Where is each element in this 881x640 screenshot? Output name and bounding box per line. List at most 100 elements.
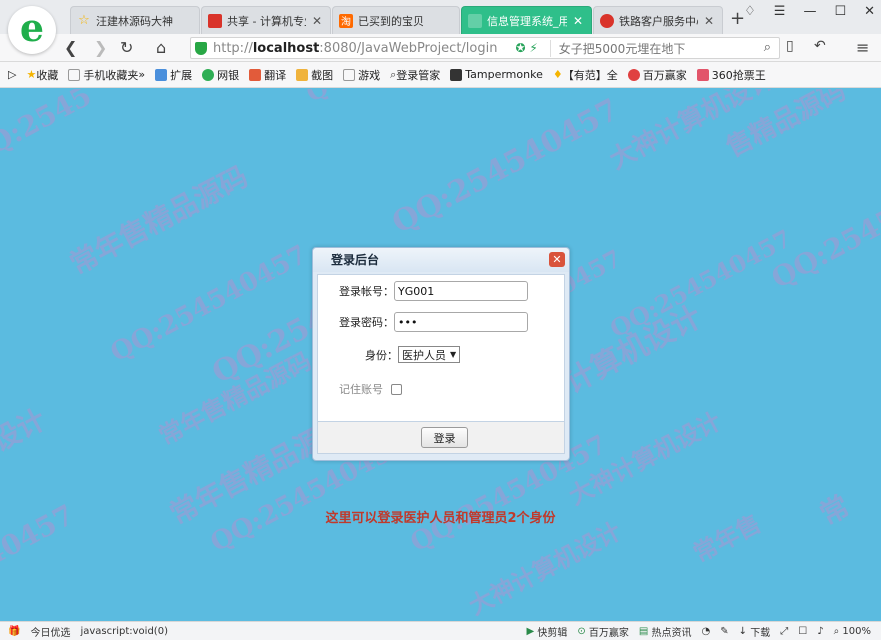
tab-label: 铁路客户服务中心 xyxy=(619,14,698,28)
watermark-text: 设计 xyxy=(0,402,52,459)
remember-row: 记住账号 xyxy=(339,381,402,397)
back-icon[interactable]: ❮ xyxy=(64,38,77,57)
url-scheme: http:// xyxy=(213,40,253,56)
bookmarks-bar: ▷ ★ 收藏 手机收藏夹 » 扩展 网银 翻译 截图 游戏 ⌕ 登录管家 Tampe… xyxy=(0,62,881,88)
bookmark-item[interactable]: Tampermonke xyxy=(450,68,543,81)
url-host: localhost xyxy=(252,40,320,56)
url-text[interactable]: http://localhost:8080/JavaWebProject/log… xyxy=(213,41,497,56)
password-input[interactable]: ••• xyxy=(394,312,528,332)
tab-label: 已买到的宝贝 xyxy=(358,14,424,28)
watermark-text: QQ:254540457 xyxy=(604,223,797,344)
watermark-text: 大神计算机设计 xyxy=(563,406,726,511)
speed-icon[interactable]: ◔ xyxy=(702,626,711,637)
login-footer: 登录 xyxy=(317,422,565,454)
tab-4[interactable]: 铁路客户服务中心 ✕ xyxy=(593,6,723,34)
bookmark-item[interactable]: 百万赢家 xyxy=(627,67,687,83)
menu-icon[interactable]: ☰ xyxy=(774,4,786,19)
bookmark-item[interactable]: 截图 xyxy=(296,67,333,83)
ticket-icon xyxy=(696,68,709,81)
close-tab-icon[interactable]: ✕ xyxy=(702,14,716,28)
screenshot-icon xyxy=(296,68,309,81)
close-tab-icon[interactable]: ✕ xyxy=(571,14,585,28)
bookmark-item[interactable]: 游戏 xyxy=(343,67,380,83)
tab-bar: e ☆ 汪建林源码大神 共享 - 计算机专业 ✕ 淘 已买到的宝贝 信息管理系统… xyxy=(0,0,881,54)
forward-icon[interactable]: ❯ xyxy=(94,38,107,57)
close-icon[interactable]: ✕ xyxy=(549,252,565,267)
status-item-clip[interactable]: ▶ 快剪辑 xyxy=(526,624,567,639)
bookmark-item[interactable]: 网银 xyxy=(202,67,239,83)
identity-selected: 医护人员 xyxy=(402,348,446,362)
account-input[interactable]: YG001 xyxy=(394,281,528,301)
account-row: 登录帐号： YG001 xyxy=(339,281,528,301)
address-bar[interactable]: http://localhost:8080/JavaWebProject/log… xyxy=(190,37,780,59)
status-item-download[interactable]: ↓ 下载 xyxy=(739,624,771,639)
bookmark-item[interactable]: ⌕ 登录管家 xyxy=(390,67,440,83)
tab-label: 共享 - 计算机专业 xyxy=(227,14,306,28)
hint-text: 这里可以登录医护人员和管理员2个身份 xyxy=(325,511,556,526)
page-icon xyxy=(468,13,482,28)
bookmark-item[interactable]: 手机收藏夹 » xyxy=(68,67,145,83)
bookmark-item[interactable]: 扩展 xyxy=(155,67,192,83)
maximize-icon[interactable]: ☐ xyxy=(834,4,846,19)
home-icon[interactable]: ⌂ xyxy=(156,38,166,57)
download-icon: ↓ xyxy=(738,625,748,637)
tab-0[interactable]: ☆ 汪建林源码大神 xyxy=(70,6,200,34)
volume-icon[interactable]: ♪ xyxy=(817,626,823,637)
tampermonkey-icon xyxy=(450,68,463,81)
today-picks[interactable]: 今日优选 xyxy=(30,624,70,639)
window-controls: ♢ ☰ — ☐ ✕ xyxy=(744,4,875,19)
bookmark-item[interactable]: ★ 收藏 xyxy=(26,67,58,83)
taobao-icon: 淘 xyxy=(339,13,353,28)
bookmark-item[interactable]: 360抢票王 xyxy=(696,67,766,83)
star-icon: ★ xyxy=(26,68,37,81)
new-tab-button[interactable]: + xyxy=(730,8,745,29)
login-button[interactable]: 登录 xyxy=(421,427,468,448)
status-item-winner[interactable]: ⊙ 百万赢家 xyxy=(577,624,629,639)
identity-select[interactable]: 医护人员 ▼ xyxy=(398,346,461,363)
remember-checkbox[interactable] xyxy=(391,383,402,395)
tab-3-active[interactable]: 信息管理系统_用 ✕ xyxy=(461,6,592,34)
bank-icon xyxy=(202,68,215,81)
lightning-icon[interactable]: ✪ ⚡ xyxy=(515,41,537,55)
close-window-icon[interactable]: ✕ xyxy=(864,4,875,19)
watermark-text: QQ:254540457 xyxy=(386,92,625,241)
phone-icon[interactable]: ▯ xyxy=(786,38,794,54)
diamond-icon: ♦ xyxy=(552,68,563,81)
sidebar-toggle-icon[interactable]: ▷ xyxy=(8,68,16,81)
star-icon: ☆ xyxy=(78,13,90,28)
browser-logo[interactable]: e xyxy=(8,6,56,54)
minimize-icon[interactable]: — xyxy=(803,4,816,19)
window-icon[interactable]: ☐ xyxy=(798,626,807,637)
search-suggestion[interactable]: 女子把5000元埋在地下 xyxy=(549,39,685,57)
watermark-text: QQ:2545 xyxy=(0,89,97,173)
tab-2[interactable]: 淘 已买到的宝贝 xyxy=(332,6,460,34)
status-item-zoom[interactable]: ⌕ 100% xyxy=(834,626,871,637)
expand-icon[interactable]: ⤢ xyxy=(780,626,788,637)
favicon-icon xyxy=(208,13,222,28)
pin-icon[interactable]: ✎ xyxy=(720,626,728,637)
undo-icon[interactable]: ↶ xyxy=(814,38,826,54)
reload-icon[interactable]: ↻ xyxy=(120,38,133,57)
hamburger-menu-icon[interactable]: ≡ xyxy=(856,38,869,57)
watermark-text: QQ:254540457 xyxy=(105,239,313,369)
bookmark-item[interactable]: ♦ 【有范】全 xyxy=(553,67,618,83)
bookmark-item[interactable]: 翻译 xyxy=(249,67,286,83)
watermark-text: 售精品源码 xyxy=(721,89,851,164)
news-icon: ▤ xyxy=(638,625,649,637)
gift-icon[interactable]: 🎁 xyxy=(8,626,20,637)
nav-bar: ❮ ❯ ↻ ⌂ http://localhost:8080/JavaWebPro… xyxy=(0,34,881,62)
tab-1[interactable]: 共享 - 计算机专业 ✕ xyxy=(201,6,331,34)
extension-icon xyxy=(155,68,168,81)
tab-label: 汪建林源码大神 xyxy=(96,14,173,28)
translate-icon xyxy=(249,68,262,81)
watermark-text: 常年售精品源码 xyxy=(64,159,253,281)
zoom-icon: ⌕ xyxy=(833,625,840,637)
search-icon[interactable]: ⌕ xyxy=(764,40,771,55)
watermark-text: QQ:254540457 xyxy=(765,155,881,296)
skin-icon[interactable]: ♢ xyxy=(744,4,756,19)
status-item-news[interactable]: ▤ 热点资讯 xyxy=(639,624,692,639)
close-tab-icon[interactable]: ✕ xyxy=(310,14,324,28)
password-row: 登录密码： ••• xyxy=(339,312,528,332)
play-icon: ⊙ xyxy=(577,625,586,637)
login-form: 登录帐号： YG001 登录密码： ••• 身份： 医护人员 ▼ 记住账号 xyxy=(317,274,565,422)
